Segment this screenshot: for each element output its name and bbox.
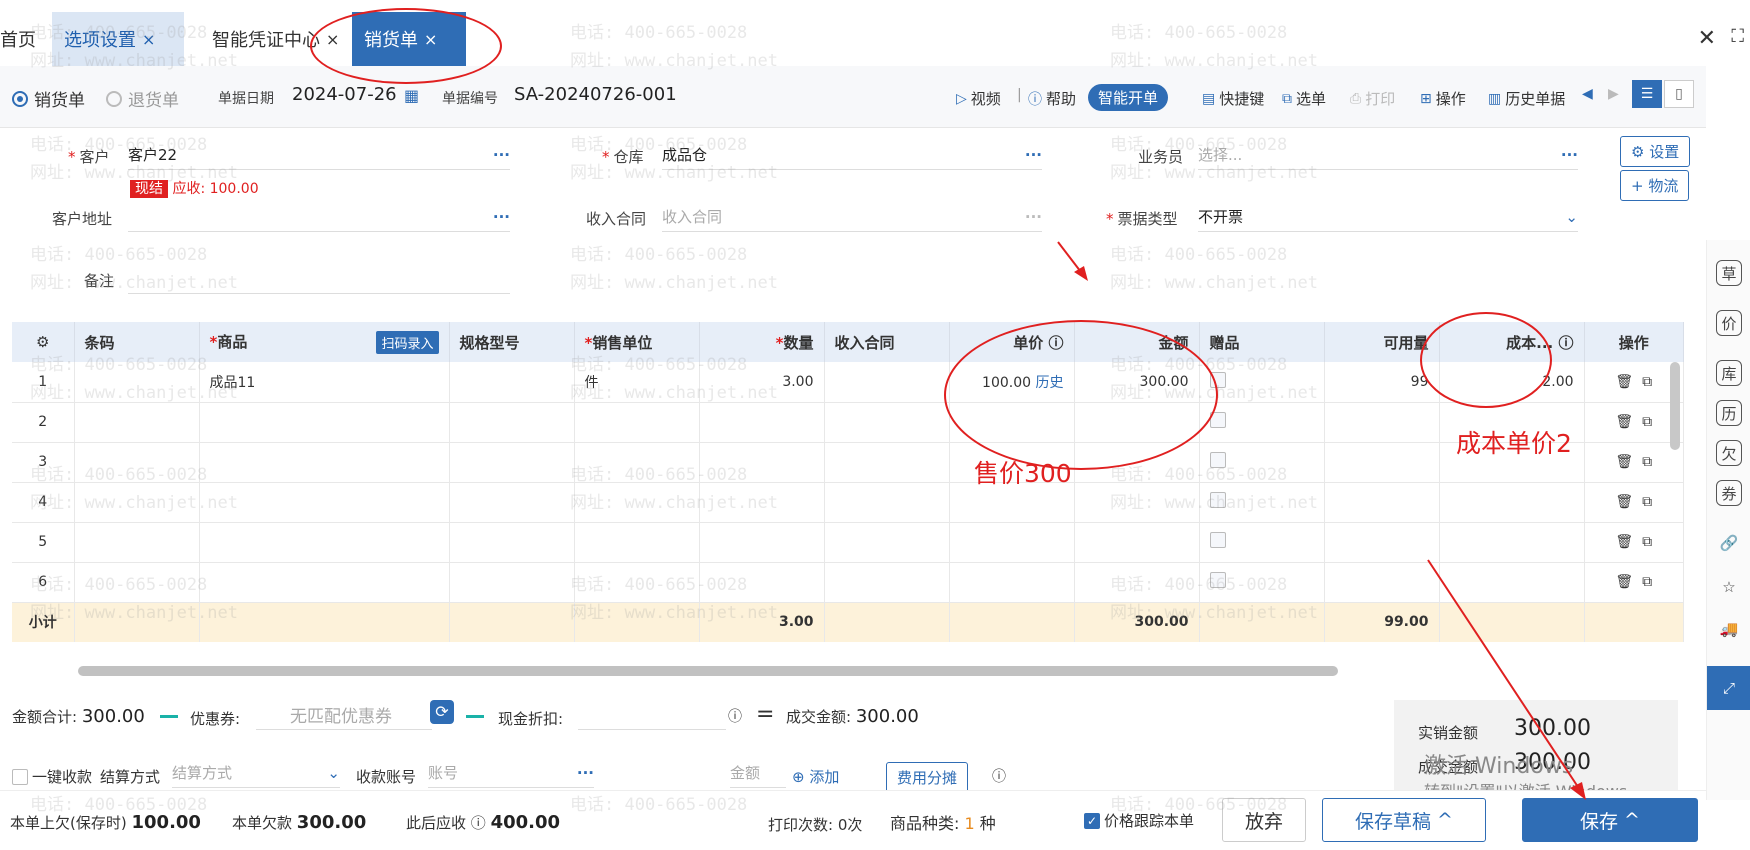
annotation-arrow (1427, 559, 1581, 791)
arrow-head (1570, 782, 1586, 800)
annotation-arrows (1057, 241, 1586, 800)
arrow-head (1074, 266, 1088, 281)
